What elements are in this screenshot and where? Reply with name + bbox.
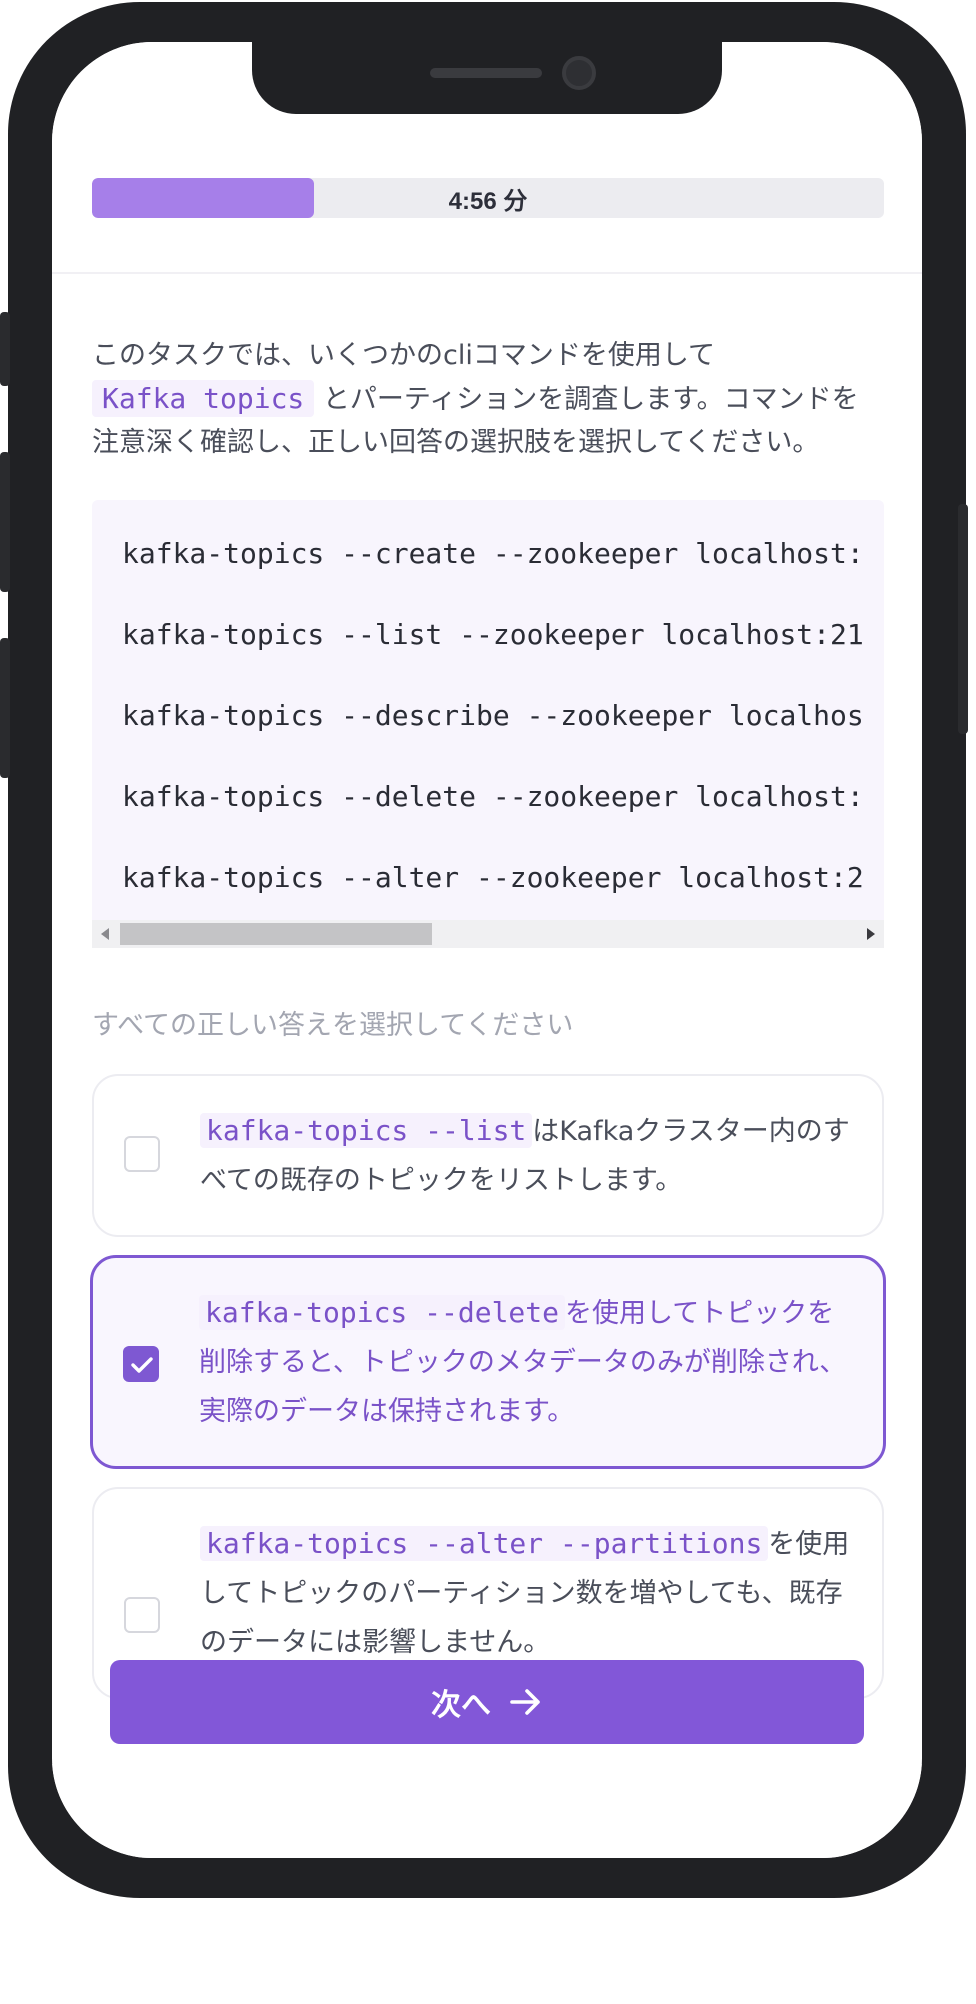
option-3-checkbox[interactable] <box>124 1597 160 1633</box>
code-line: kafka-topics --create --zookeeper localh… <box>122 537 864 570</box>
speaker <box>430 68 542 78</box>
power-button <box>958 504 968 734</box>
question-intro: このタスクでは、いくつかのcliコマンドを使用して Kafka topics とパ… <box>92 334 884 464</box>
progress-bar: 4:56 分 <box>92 178 884 218</box>
code-line: kafka-topics --describe --zookeeper loca… <box>122 699 864 732</box>
answer-option-2[interactable]: kafka-topics --delete を使用してトピックを削除すると、トピッ… <box>90 1255 886 1469</box>
scroll-left-icon[interactable] <box>101 928 109 940</box>
next-button-label: 次へ <box>431 1688 491 1723</box>
intro-inline-code: Kafka topics <box>92 380 315 417</box>
option-3-code: kafka-topics --alter --partitions <box>200 1526 769 1561</box>
bottom-safe-area <box>52 1764 922 1858</box>
select-instruction: すべての正しい答えを選択してください <box>92 1010 574 1041</box>
scroll-right-icon[interactable] <box>867 928 875 940</box>
intro-text: このタスクでは、いくつかのcliコマンドを使用して <box>92 340 716 371</box>
option-1-code: kafka-topics --list <box>200 1113 533 1148</box>
timer-label: 4:56 分 <box>448 187 528 215</box>
code-line: kafka-topics --alter --zookeeper localho… <box>122 861 864 894</box>
option-2-code: kafka-topics --delete <box>199 1295 566 1330</box>
scrollbar-thumb[interactable] <box>120 923 432 945</box>
screen: 4:56 分 このタスクでは、いくつかのcliコマンドを使用して Kafka to… <box>52 42 922 1858</box>
question-content: このタスクでは、いくつかのcliコマンドを使用して Kafka topics とパ… <box>90 334 886 1699</box>
notch <box>252 42 722 114</box>
code-line: kafka-topics --list --zookeeper localhos… <box>122 618 864 651</box>
volume-up-button <box>0 452 10 592</box>
code-block[interactable]: kafka-topics --create --zookeeper localh… <box>92 500 884 920</box>
horizontal-scrollbar[interactable] <box>92 920 884 948</box>
camera-icon <box>562 56 596 90</box>
code-lines: kafka-topics --create --zookeeper localh… <box>122 528 864 920</box>
next-button[interactable]: 次へ <box>110 1660 864 1744</box>
option-2-checkbox[interactable] <box>123 1346 159 1382</box>
code-line: kafka-topics --delete --zookeeper localh… <box>122 780 864 813</box>
checkmark-icon <box>131 1357 153 1373</box>
phone-frame: 4:56 分 このタスクでは、いくつかのcliコマンドを使用して Kafka to… <box>0 2 968 1898</box>
option-1-checkbox[interactable] <box>124 1136 160 1172</box>
volume-down-button <box>0 638 10 778</box>
side-button <box>0 312 10 386</box>
arrow-right-icon <box>510 1689 540 1715</box>
answer-option-1[interactable]: kafka-topics --list はKafkaクラスター内のすべての既存のト… <box>92 1074 884 1237</box>
